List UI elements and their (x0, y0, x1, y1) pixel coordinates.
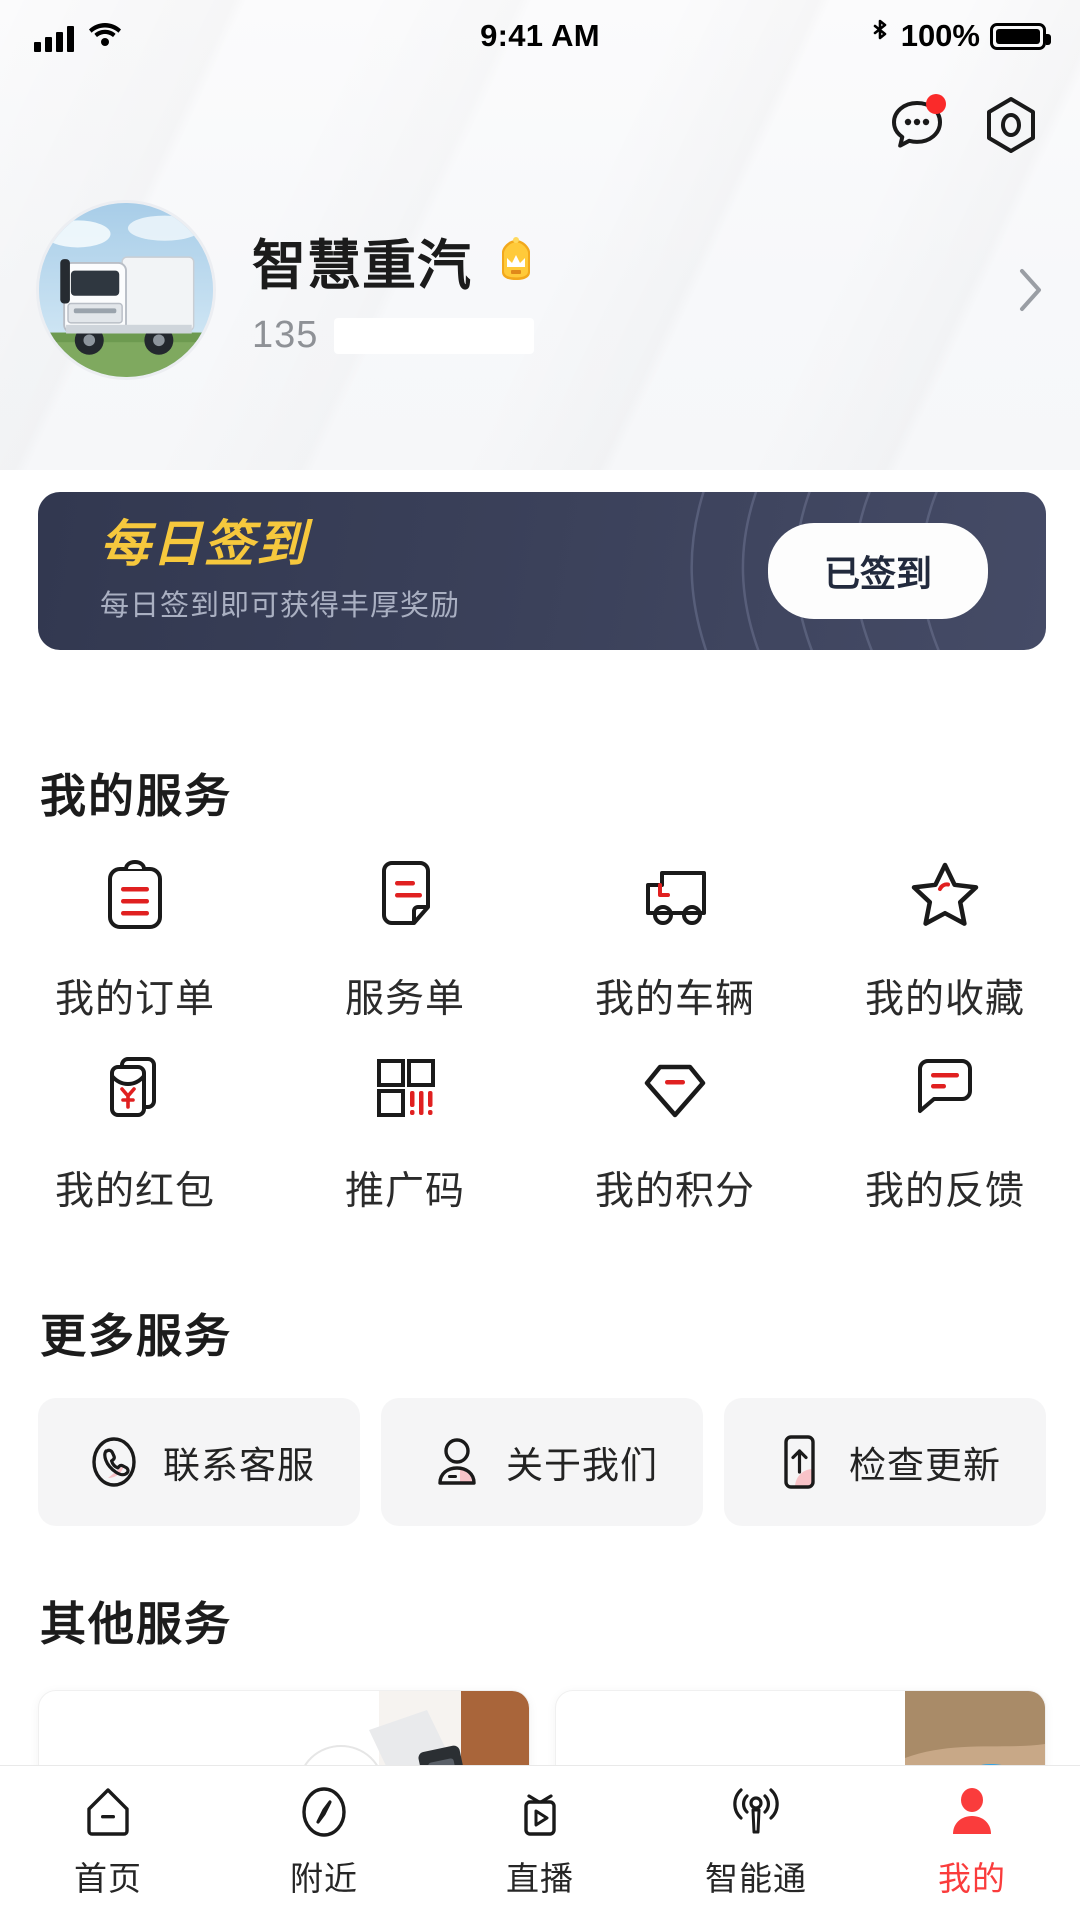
tab-nearby[interactable]: 附近 (216, 1782, 432, 1900)
star-favorite-icon (899, 850, 991, 942)
qrcode-promo-icon (359, 1042, 451, 1134)
bluetooth-icon (869, 18, 891, 55)
feedback-bubble-icon (899, 1042, 991, 1134)
truck-vehicle-icon (629, 850, 721, 942)
person-about-icon (426, 1431, 488, 1493)
service-label: 推广码 (344, 1170, 465, 1213)
tab-label: 智能通 (705, 1860, 807, 1897)
service-item-my-favorites[interactable]: 我的收藏 (810, 850, 1080, 1024)
service-label: 服务单 (344, 978, 465, 1021)
my-services-title: 我的服务 (40, 770, 232, 822)
diamond-points-icon (629, 1042, 721, 1134)
tab-label: 附近 (290, 1860, 358, 1897)
more-item-about-us[interactable]: 关于我们 (381, 1398, 703, 1526)
service-item-my-feedback[interactable]: 我的反馈 (810, 1042, 1080, 1216)
status-bar: 9:41 AM 100% (0, 0, 1080, 72)
profile-phone-masked (334, 317, 534, 354)
clipboard-order-icon (89, 850, 181, 942)
profile-name-row: 智慧重汽 (252, 221, 1018, 300)
tab-smart[interactable]: 智能通 (648, 1782, 864, 1900)
crown-badge-icon (488, 232, 544, 288)
my-services-grid-row-2: 我的红包 推广码 我的积分 我的反馈 (0, 1042, 1080, 1216)
my-services-grid-row-1: 我的订单 服务单 我的车辆 我的收藏 (0, 850, 1080, 1024)
service-document-icon (359, 850, 451, 942)
page-title: 智慧重汽 (252, 235, 472, 296)
service-item-red-envelope[interactable]: 我的红包 (0, 1042, 270, 1216)
tab-label: 我的 (938, 1860, 1006, 1897)
broadcast-signal-icon (726, 1782, 786, 1842)
phone-support-icon (83, 1431, 145, 1493)
home-icon (78, 1782, 138, 1842)
service-item-my-orders[interactable]: 我的订单 (0, 850, 270, 1024)
profile-info: 智慧重汽 135 (252, 221, 1018, 360)
more-item-contact-support[interactable]: 联系客服 (38, 1398, 360, 1526)
settings-icon[interactable] (978, 92, 1044, 158)
service-item-service-order[interactable]: 服务单 (270, 850, 540, 1024)
status-bar-right: 100% (869, 18, 1051, 55)
service-label: 我的订单 (54, 978, 215, 1021)
service-label: 我的反馈 (864, 1170, 1025, 1213)
avatar[interactable] (36, 200, 216, 380)
phone-update-icon (769, 1431, 831, 1493)
top-action-bar (884, 92, 1044, 158)
profile-phone-row: 135 (252, 314, 1018, 360)
tab-label: 直播 (506, 1860, 574, 1897)
service-item-my-points[interactable]: 我的积分 (540, 1042, 810, 1216)
messages-icon[interactable] (884, 92, 950, 158)
banner-subtitle: 每日签到即可获得丰厚奖励 (100, 590, 461, 623)
live-tv-icon (510, 1782, 570, 1842)
more-label: 检查更新 (849, 1445, 1001, 1486)
compass-nearby-icon (294, 1782, 354, 1842)
tab-live[interactable]: 直播 (432, 1782, 648, 1900)
messages-unread-badge (926, 94, 946, 114)
more-label: 关于我们 (506, 1445, 658, 1486)
service-item-my-vehicle[interactable]: 我的车辆 (540, 850, 810, 1024)
chevron-right-icon[interactable] (1018, 267, 1044, 313)
tab-home[interactable]: 首页 (0, 1782, 216, 1900)
service-label: 我的积分 (594, 1170, 755, 1213)
service-item-promo-code[interactable]: 推广码 (270, 1042, 540, 1216)
service-label: 我的收藏 (864, 978, 1025, 1021)
checkin-button[interactable]: 已签到 (767, 523, 988, 619)
battery-percent-label: 100% (900, 18, 980, 53)
other-services-title: 其他服务 (40, 1598, 232, 1650)
tab-label: 首页 (74, 1860, 142, 1897)
service-label: 我的车辆 (594, 978, 755, 1021)
profile-section[interactable]: 智慧重汽 135 (0, 190, 1080, 390)
daily-checkin-banner[interactable]: 每日签到 每日签到即可获得丰厚奖励 已签到 (38, 492, 1046, 650)
service-label: 我的红包 (54, 1170, 215, 1213)
tab-profile[interactable]: 我的 (864, 1782, 1080, 1900)
more-label: 联系客服 (163, 1445, 315, 1486)
more-services-row: 联系客服 关于我们 检查更新 (38, 1398, 1046, 1526)
more-item-check-update[interactable]: 检查更新 (724, 1398, 1046, 1526)
bottom-tab-bar: 首页 附近 直播 智能通 我的 (0, 1765, 1080, 1920)
profile-phone: 135 (252, 313, 319, 356)
app-root: 9:41 AM 100% 智慧重汽 135 每日签到 每日签到即可获得丰厚奖励 … (0, 0, 1080, 1920)
banner-text: 每日签到 每日签到即可获得丰厚奖励 (38, 518, 460, 625)
more-services-title: 更多服务 (40, 1310, 232, 1362)
red-envelope-icon (89, 1042, 181, 1134)
person-profile-icon (942, 1782, 1002, 1842)
banner-title: 每日签到 (100, 515, 308, 572)
battery-full-icon (990, 22, 1051, 50)
